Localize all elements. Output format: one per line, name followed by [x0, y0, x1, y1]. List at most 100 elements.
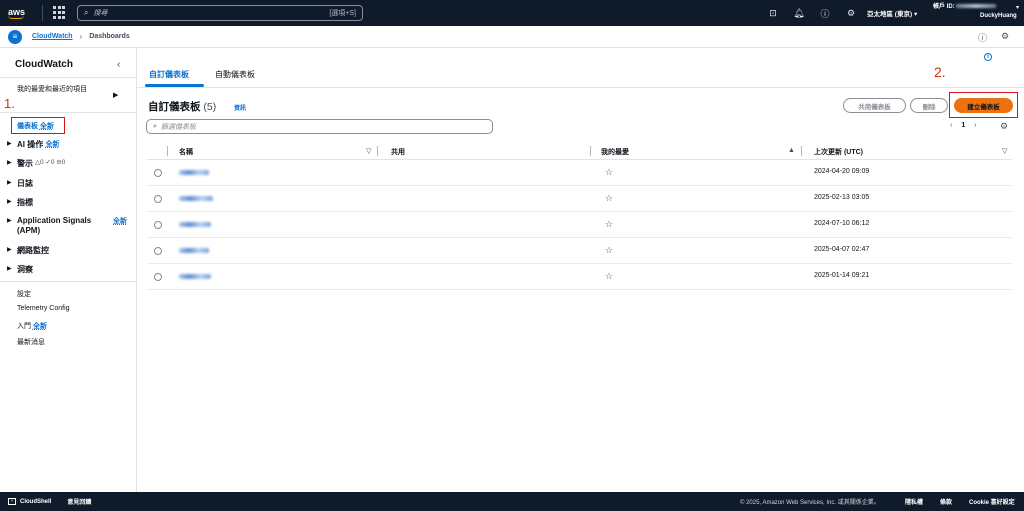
sort-icon[interactable]: ▽: [366, 147, 371, 155]
info-icon[interactable]: ⓘ: [978, 31, 987, 44]
account-user: DuckyHuang: [980, 13, 1017, 19]
annotation-step-1: 1.: [4, 96, 15, 111]
new-badge: 全新: [113, 218, 127, 225]
column-header-last-updated[interactable]: 上次更新 (UTC): [814, 147, 863, 157]
account-menu[interactable]: 帳戶 ID: ▾ DuckyHuang: [933, 3, 1019, 19]
search-icon: ⌕: [84, 8, 89, 17]
column-divider[interactable]: [377, 146, 378, 156]
cloudshell-button[interactable]: › CloudShell: [8, 498, 51, 505]
sidebar-item-dashboards[interactable]: 儀表板 全新: [17, 121, 54, 131]
column-divider[interactable]: [801, 146, 802, 156]
sidebar-item-telemetry-config[interactable]: Telemetry Config: [17, 305, 70, 312]
alarm-status-counts: △0 ✓0 ⊖0: [35, 159, 66, 166]
sidebar-item-getting-started[interactable]: 入門 全新: [17, 321, 47, 331]
table-settings-icon[interactable]: ⚙: [1000, 121, 1008, 132]
caret-right-icon: ▶: [7, 180, 12, 186]
breadcrumb-cloudwatch[interactable]: CloudWatch: [32, 33, 73, 40]
menu-icon[interactable]: ≡: [8, 29, 22, 44]
account-label: 帳戶 ID:: [933, 4, 955, 10]
main-content: i 自訂儀表板 自動儀表板 2. 自訂儀表板 (5) 資訊 共用儀表板 刪除 建…: [137, 48, 1024, 492]
footer: › CloudShell 意見回饋 © 2025, Amazon Web Serv…: [0, 492, 1024, 511]
sidebar-item-metrics[interactable]: ▶ 指標: [7, 197, 33, 208]
star-icon[interactable]: ☆: [605, 193, 613, 204]
tab-automatic-dashboards[interactable]: 自動儀表板: [215, 69, 255, 80]
dashboard-name-redacted[interactable]: [179, 248, 209, 253]
sort-ascending-icon[interactable]: ▲: [788, 147, 795, 154]
copyright: © 2025, Amazon Web Services, Inc. 或其關係企業…: [740, 500, 880, 506]
sidebar-item-settings[interactable]: 設定: [17, 289, 31, 299]
table-row[interactable]: ☆ 2025-04-07 02:47: [147, 238, 1012, 264]
sidebar-item-application-signals[interactable]: ▶ Application Signals (APM) 全新: [7, 216, 132, 236]
table-row[interactable]: ☆ 2025-01-14 09:21: [147, 264, 1012, 290]
previous-page-icon[interactable]: ‹: [950, 122, 952, 129]
aws-logo-text: aws: [8, 6, 26, 17]
dashboard-name-redacted[interactable]: [179, 274, 211, 279]
column-header-name[interactable]: 名稱: [179, 147, 193, 157]
info-icon[interactable]: i: [984, 53, 992, 61]
sidebar-item-label: 指標: [17, 198, 33, 207]
row-radio-button[interactable]: [154, 195, 162, 203]
next-page-icon[interactable]: ›: [974, 122, 976, 129]
new-badge: 全新: [45, 141, 60, 148]
aws-logo[interactable]: aws: [8, 6, 38, 19]
dashboard-name-redacted[interactable]: [179, 170, 209, 175]
sidebar-item-label: 警示: [17, 159, 33, 168]
sidebar-item-network-monitoring[interactable]: ▶ 網路監控: [7, 245, 49, 256]
caret-right-icon: ▶: [7, 266, 12, 272]
star-icon[interactable]: ☆: [605, 167, 613, 178]
last-updated: 2025-04-07 02:47: [814, 246, 870, 253]
column-header-favorites[interactable]: 我的最愛: [601, 147, 629, 157]
page-title-text: 自訂儀表板: [148, 101, 201, 113]
table-row[interactable]: ☆ 2025-02-13 03:05: [147, 186, 1012, 212]
sidebar-item-insights[interactable]: ▶ 洞察: [7, 264, 33, 275]
gear-icon[interactable]: ⚙: [838, 8, 864, 19]
cookie-preferences-link[interactable]: Cookie 喜好設定: [969, 497, 1015, 506]
divider: [0, 281, 137, 282]
row-radio-button[interactable]: [154, 169, 162, 177]
share-dashboard-button[interactable]: 共用儀表板: [843, 98, 906, 113]
current-page[interactable]: 1: [961, 122, 965, 129]
star-icon[interactable]: ☆: [605, 245, 613, 256]
bell-icon[interactable]: 🔔︎: [786, 8, 812, 19]
dashboard-name-redacted[interactable]: [179, 196, 213, 201]
table-row[interactable]: ☆ 2024-04-20 09:09: [147, 160, 1012, 186]
sidebar-item-label: 洞察: [17, 265, 33, 274]
terms-link[interactable]: 條款: [940, 497, 952, 506]
feedback-link[interactable]: 意見回饋: [67, 497, 91, 506]
caret-right-icon[interactable]: ▶: [113, 91, 118, 99]
sidebar-item-alarms[interactable]: ▶ 警示 △0 ✓0 ⊖0: [7, 158, 65, 169]
cloudshell-icon[interactable]: ⊡: [760, 8, 786, 19]
info-link[interactable]: 資訊: [234, 103, 246, 112]
dashboard-count: (5): [203, 101, 217, 113]
sidebar-item-label: Application Signals (APM): [17, 216, 92, 235]
row-radio-button[interactable]: [154, 221, 162, 229]
table-row[interactable]: ☆ 2024-07-10 06:12: [147, 212, 1012, 238]
create-dashboard-button[interactable]: 建立儀表板: [954, 98, 1013, 113]
column-header-shared[interactable]: 共用: [391, 147, 405, 157]
sidebar-item-ai-operations[interactable]: ▶ AI 操作 全新: [7, 139, 59, 150]
services-grid-icon[interactable]: [53, 6, 67, 20]
help-icon[interactable]: ⓘ: [812, 7, 838, 20]
sidebar-item-whats-new[interactable]: 最新消息: [17, 337, 45, 347]
delete-button[interactable]: 刪除: [910, 98, 948, 113]
star-icon[interactable]: ☆: [605, 271, 613, 282]
privacy-link[interactable]: 隱私權: [905, 497, 923, 506]
dashboard-name-redacted[interactable]: [179, 222, 211, 227]
search-input[interactable]: ⌕ 搜尋 [選項+S]: [77, 5, 363, 21]
collapse-sidebar-icon[interactable]: ‹: [117, 59, 120, 70]
row-radio-button[interactable]: [154, 247, 162, 255]
region-selector[interactable]: 亞太地區 (東京) ▾: [867, 8, 917, 18]
row-radio-button[interactable]: [154, 273, 162, 281]
sort-icon[interactable]: ▽: [1002, 147, 1007, 155]
sidebar-item-favorites[interactable]: 我的最愛和最近的項目: [17, 85, 97, 95]
sidebar-item-label: 儀表板: [17, 123, 38, 130]
cloudshell-icon: ›: [8, 498, 16, 505]
sidebar-item-logs[interactable]: ▶ 日誌: [7, 178, 33, 189]
filter-dashboards-input[interactable]: ⌕ 篩選儀表板: [146, 119, 493, 134]
sidebar-item-label: 網路監控: [17, 246, 49, 255]
tab-custom-dashboards[interactable]: 自訂儀表板: [149, 69, 189, 80]
settings-icon[interactable]: ⚙: [1001, 31, 1009, 42]
star-icon[interactable]: ☆: [605, 219, 613, 230]
column-divider[interactable]: [590, 146, 591, 156]
new-badge: 全新: [32, 323, 47, 330]
